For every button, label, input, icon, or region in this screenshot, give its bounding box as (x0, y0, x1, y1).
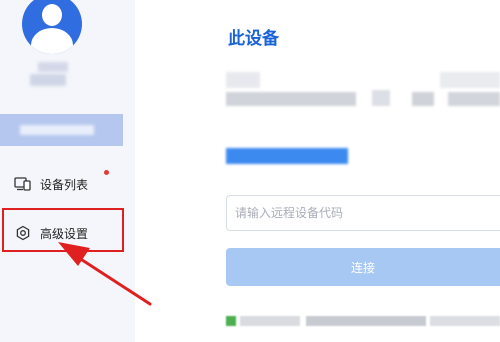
redacted-password (448, 92, 500, 106)
redacted-password-label (440, 72, 500, 88)
avatar[interactable] (22, 0, 82, 54)
redacted-status-bar (226, 316, 500, 326)
redacted-device-label (226, 72, 260, 88)
redacted-copy-icon (372, 90, 390, 106)
redacted-link[interactable] (226, 148, 348, 164)
sidebar: 设备列表 高级设置 (0, 0, 135, 342)
avatar-shoulders (31, 28, 73, 54)
redacted-info (412, 92, 434, 106)
devices-icon (14, 176, 32, 192)
redacted-username (38, 62, 68, 72)
connect-button[interactable]: 连接 (226, 248, 500, 286)
remote-device-code-input[interactable] (226, 195, 500, 231)
redacted-status-text (240, 316, 300, 326)
status-indicator (226, 316, 236, 326)
sidebar-item-label: 设备列表 (40, 177, 89, 192)
notification-badge (104, 170, 109, 175)
annotation-highlight-box (2, 208, 124, 252)
avatar-head (42, 4, 62, 26)
sidebar-item-device-list[interactable]: 设备列表 (0, 167, 135, 201)
redacted-account-text (20, 125, 94, 135)
account-status-bar[interactable] (0, 114, 123, 146)
redacted-status-text (306, 316, 426, 326)
redacted-status-text (430, 316, 500, 326)
redacted-user-info (30, 74, 66, 86)
page-title: 此设备 (228, 29, 279, 49)
redacted-device-code (226, 92, 356, 106)
